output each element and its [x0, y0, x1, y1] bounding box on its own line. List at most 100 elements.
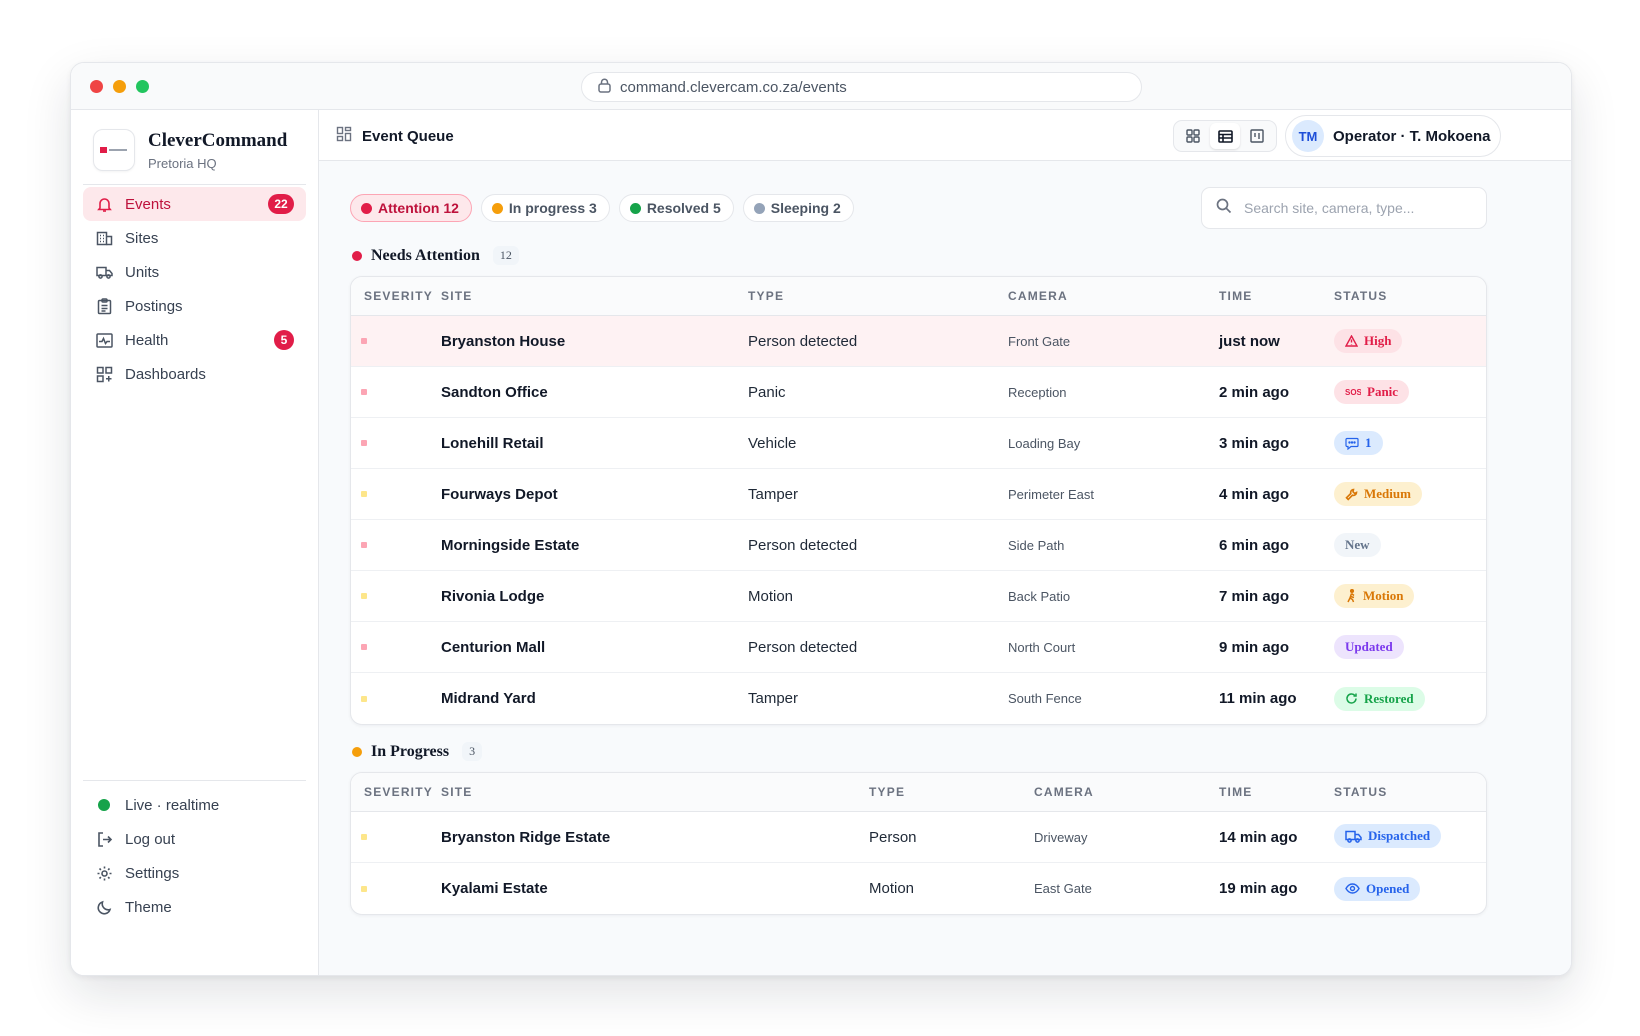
attention-count: 12 [492, 246, 519, 265]
attention-title: Needs Attention [371, 246, 480, 264]
sidebar-item-units[interactable]: Units [83, 255, 306, 289]
column-header-severity[interactable]: SEVERITY [351, 785, 441, 799]
column-header-time[interactable]: TIME [1219, 785, 1334, 799]
status-badge[interactable]: Dispatched [1334, 824, 1442, 849]
camera-name: Loading Bay [1008, 435, 1081, 451]
camera-name: Side Path [1008, 537, 1065, 553]
filter-chip[interactable]: Attention 12 [350, 194, 472, 222]
sidebar-item-dashboards[interactable]: Dashboards [83, 357, 306, 391]
operator-name: Operator · T. Mokoena [1333, 127, 1491, 145]
severity-indicator [361, 834, 367, 840]
event-type: Tamper [748, 485, 799, 503]
column-header-site[interactable]: SITE [441, 289, 748, 303]
column-header-type[interactable]: TYPE [748, 289, 1008, 303]
table-header: SEVERITY SITE TYPE CAMERA TIME STATUS [351, 277, 1486, 316]
sidebar: CleverCommand Pretoria HQ Events 22 Sites U… [71, 110, 319, 975]
event-type: Person detected [748, 536, 858, 554]
event-type: Panic [748, 383, 786, 401]
table-row[interactable]: Bryanston House Person detected Front Gate… [351, 316, 1486, 367]
table-row[interactable]: Midrand Yard Tamper South Fence 11 min ago R… [351, 673, 1486, 724]
maximize-window-button[interactable] [136, 80, 149, 93]
attention-dot-icon [352, 250, 362, 261]
logout-button[interactable]: Log out [83, 822, 306, 856]
table-row[interactable]: Fourways Depot Tamper Perimeter East 4 min … [351, 469, 1486, 520]
site-name: Bryanston Ridge Estate [441, 828, 611, 846]
event-time: just now [1219, 332, 1280, 350]
settings-button[interactable]: Settings [83, 856, 306, 890]
table-row[interactable]: Bryanston Ridge Estate Person Driveway 14 m… [351, 812, 1486, 863]
sidebar-item-sites[interactable]: Sites [83, 221, 306, 255]
status-badge[interactable]: 1 [1334, 431, 1383, 455]
event-time: 19 min ago [1219, 880, 1298, 897]
search-input[interactable] [1244, 200, 1464, 216]
camera-name: North Court [1008, 639, 1076, 655]
truck-icon [1345, 828, 1362, 845]
sidebar-nav: Events 22 Sites Units Postings Health 5 Dashboa… [83, 187, 306, 391]
address-bar[interactable]: command.clevercam.co.za/events [581, 72, 1142, 102]
pulse-icon [95, 331, 113, 349]
column-header-site[interactable]: SITE [441, 785, 869, 799]
status-dot-icon [629, 202, 641, 214]
table-row[interactable]: Morningside Estate Person detected Side Pa… [351, 520, 1486, 571]
status-badge[interactable]: Motion [1334, 584, 1415, 608]
status-badge[interactable]: New [1334, 533, 1381, 557]
camera-name: Back Patio [1008, 588, 1071, 604]
grid-view-button[interactable] [1178, 123, 1208, 149]
filter-chip[interactable]: Resolved 5 [618, 194, 734, 222]
refresh-icon [1345, 692, 1358, 705]
table-view-button[interactable] [1210, 123, 1240, 149]
status-badge-label: High [1364, 333, 1392, 348]
event-type: Motion [869, 880, 915, 897]
column-header-status[interactable]: STATUS [1334, 785, 1486, 799]
sidebar-item-events[interactable]: Events 22 [83, 187, 306, 221]
severity-indicator [361, 644, 367, 650]
status-badge[interactable]: High [1334, 329, 1403, 353]
column-header-status[interactable]: STATUS [1334, 289, 1486, 303]
view-switcher [1173, 120, 1277, 152]
event-type: Person [869, 828, 917, 846]
sidebar-item-health[interactable]: Health 5 [83, 323, 306, 357]
camera-name: Driveway [1034, 829, 1088, 845]
status-badge[interactable]: SOS Panic [1334, 380, 1410, 404]
gear-icon [95, 864, 113, 882]
table-row[interactable]: Lonehill Retail Vehicle Loading Bay 3 min a… [351, 418, 1486, 469]
site-name: Morningside Estate [441, 536, 580, 554]
table-row[interactable]: Sandton Office Panic Reception 2 min ago SOS… [351, 367, 1486, 418]
status-dot-icon [361, 202, 372, 214]
table-row[interactable]: Kyalami Estate Motion East Gate 19 min ago O… [351, 863, 1486, 914]
column-header-severity[interactable]: SEVERITY [351, 289, 441, 303]
eye-icon [1345, 883, 1360, 894]
column-header-time[interactable]: TIME [1219, 289, 1334, 303]
close-window-button[interactable] [90, 80, 103, 93]
table-row[interactable]: Centurion Mall Person detected North Court… [351, 622, 1486, 673]
filter-chip[interactable]: Sleeping 2 [742, 194, 854, 222]
sidebar-item-postings[interactable]: Postings [83, 289, 306, 323]
page-title: Event Queue [336, 126, 454, 146]
filter-chip[interactable]: In progress 3 [480, 194, 610, 222]
operator-menu[interactable]: TM Operator · T. Mokoena [1285, 115, 1501, 157]
brand-location: Pretoria HQ [148, 155, 217, 171]
kanban-view-button[interactable] [1242, 123, 1272, 149]
table-header: SEVERITY SITE TYPE CAMERA TIME STATUS [351, 773, 1486, 812]
column-header-type[interactable]: TYPE [869, 785, 1034, 799]
theme-button[interactable]: Theme [83, 890, 306, 924]
column-header-camera[interactable]: CAMERA [1008, 289, 1219, 303]
status-badge[interactable]: Medium [1334, 482, 1422, 506]
lock-icon [598, 78, 611, 97]
event-time: 11 min ago [1219, 690, 1297, 707]
site-name: Kyalami Estate [441, 880, 548, 897]
column-header-camera[interactable]: CAMERA [1034, 785, 1219, 799]
site-name: Lonehill Retail [441, 434, 544, 452]
event-time: 4 min ago [1219, 485, 1290, 503]
site-name: Bryanston House [441, 332, 566, 350]
event-type: Vehicle [748, 434, 797, 452]
grid-icon [1186, 129, 1200, 143]
table-row[interactable]: Rivonia Lodge Motion Back Patio 7 min ago Mo… [351, 571, 1486, 622]
status-badge[interactable]: Restored [1334, 686, 1425, 711]
event-type: Motion [748, 587, 794, 605]
status-badge[interactable]: Updated [1334, 635, 1404, 659]
kanban-icon [1250, 129, 1264, 143]
search-box[interactable] [1201, 187, 1487, 229]
status-badge[interactable]: Opened [1334, 876, 1421, 901]
minimize-window-button[interactable] [113, 80, 126, 93]
